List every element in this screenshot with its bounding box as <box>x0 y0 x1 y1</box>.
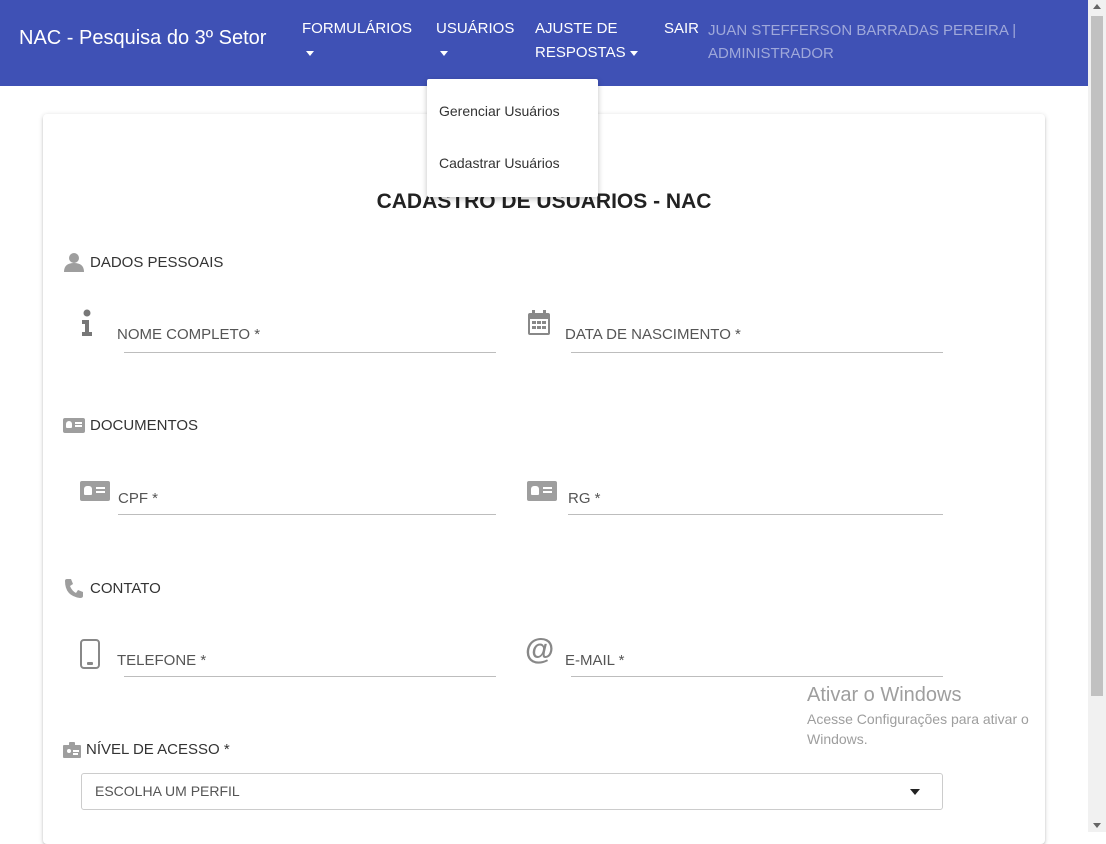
top-navbar: NAC - Pesquisa do 3º Setor FORMULÁRIOS U… <box>0 0 1088 86</box>
section-contato-label: CONTATO <box>90 579 161 597</box>
nome-completo-label: NOME COMPLETO * <box>117 326 261 343</box>
id-card-icon <box>80 481 110 501</box>
badge-icon <box>63 741 81 758</box>
section-contato: CONTATO <box>63 577 161 599</box>
section-nivel-acesso: NÍVEL DE ACESSO * <box>63 741 230 758</box>
nav-ajuste-label-1: AJUSTE DE <box>535 20 618 37</box>
id-card-icon <box>63 418 85 433</box>
nav-sair[interactable]: SAIR <box>664 19 699 39</box>
watermark-title: Ativar o Windows <box>807 684 962 706</box>
telefone-label: TELEFONE * <box>117 652 207 669</box>
nav-ajuste-respostas[interactable]: AJUSTE DE RESPOSTAS <box>535 19 638 63</box>
nav-usuarios[interactable]: USUÁRIOS <box>436 19 514 63</box>
nav-formularios[interactable]: FORMULÁRIOS <box>302 19 412 63</box>
email-input-line[interactable] <box>571 676 943 677</box>
user-icon <box>64 253 84 272</box>
section-nivel-acesso-label: NÍVEL DE ACESSO * <box>86 741 230 758</box>
info-icon <box>82 309 92 336</box>
perfil-select[interactable]: ESCOLHA UM PERFIL <box>81 773 943 810</box>
at-sign-icon: @ <box>525 633 555 666</box>
menu-item-cadastrar-usuarios[interactable]: Cadastrar Usuários <box>439 155 560 171</box>
chevron-down-icon <box>629 50 638 56</box>
section-dados-pessoais-label: DADOS PESSOAIS <box>90 253 224 271</box>
scroll-thumb[interactable] <box>1091 16 1103 696</box>
scroll-up-icon[interactable] <box>1093 4 1101 9</box>
email-label: E-MAIL * <box>565 652 625 669</box>
scroll-down-icon[interactable] <box>1093 823 1101 828</box>
windows-activation-watermark: Ativar o Windows Acesse Configurações pa… <box>807 683 1067 749</box>
cpf-label: CPF * <box>118 490 159 507</box>
data-nascimento-input-line[interactable] <box>571 352 943 353</box>
brand-title[interactable]: NAC - Pesquisa do 3º Setor <box>19 27 266 50</box>
data-nascimento-label: DATA DE NASCIMENTO * <box>565 326 741 343</box>
section-documentos: DOCUMENTOS <box>63 417 198 434</box>
section-dados-pessoais: DADOS PESSOAIS <box>63 252 223 272</box>
nav-formularios-label: FORMULÁRIOS <box>302 20 413 37</box>
mobile-icon <box>80 639 100 669</box>
rg-label: RG * <box>568 490 601 507</box>
user-name: JUAN STEFFERSON BARRADAS PEREIRA | <box>708 22 1017 39</box>
chevron-down-icon <box>910 789 920 795</box>
chevron-down-icon <box>440 50 448 56</box>
calendar-icon <box>528 310 550 335</box>
rg-input-line[interactable] <box>568 514 943 515</box>
usuarios-dropdown-menu: Gerenciar Usuários Cadastrar Usuários <box>427 79 598 197</box>
section-documentos-label: DOCUMENTOS <box>90 417 199 434</box>
chevron-down-icon <box>306 50 314 56</box>
nav-ajuste-label-2: RESPOSTAS <box>535 44 626 61</box>
user-role: ADMINISTRADOR <box>708 45 834 62</box>
menu-item-gerenciar-usuarios[interactable]: Gerenciar Usuários <box>439 103 560 119</box>
vertical-scrollbar[interactable] <box>1088 0 1106 832</box>
phone-icon <box>65 579 83 598</box>
watermark-subtitle: Acesse Configurações para ativar o Windo… <box>807 711 1029 747</box>
rg-field[interactable]: RG * <box>0 0 943 515</box>
telefone-input-line[interactable] <box>124 676 496 677</box>
logged-user-info: JUAN STEFFERSON BARRADAS PEREIRA | ADMIN… <box>708 19 1058 65</box>
perfil-select-value: ESCOLHA UM PERFIL <box>95 783 240 799</box>
id-card-icon <box>527 481 557 501</box>
cpf-input-line[interactable] <box>118 514 496 515</box>
nome-completo-input-line[interactable] <box>124 352 496 353</box>
nav-usuarios-label: USUÁRIOS <box>436 20 515 37</box>
